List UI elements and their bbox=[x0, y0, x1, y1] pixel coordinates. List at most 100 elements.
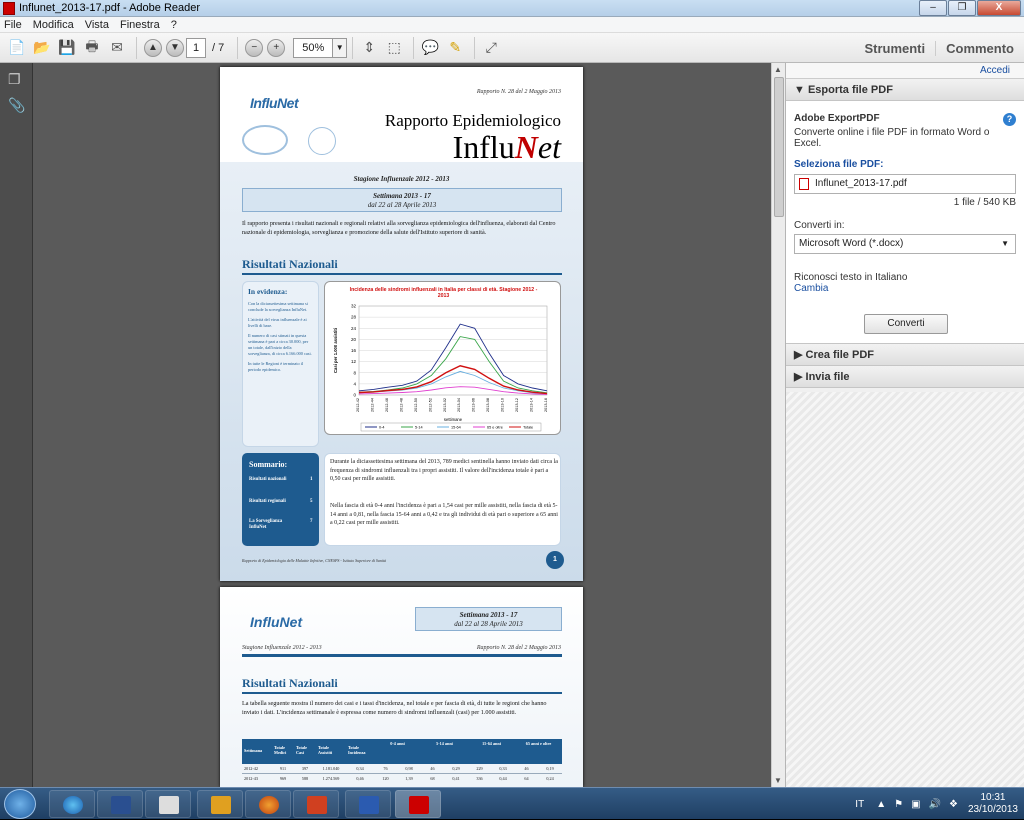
scroll-up-icon[interactable]: ▲ bbox=[774, 65, 782, 74]
read-mode-icon[interactable]: ⤢ bbox=[480, 37, 502, 59]
export-description: Converte online i file PDF in formato Wo… bbox=[794, 127, 990, 149]
pdf-page-1: InfluNet Rapporto N. 28 del 2 Maggio 201… bbox=[220, 67, 583, 581]
table-intro: La tabella seguente mostra il numero dei… bbox=[242, 700, 547, 716]
start-button-icon[interactable] bbox=[4, 789, 36, 819]
convert-format-select[interactable]: Microsoft Word (*.docx) ▼ bbox=[794, 234, 1016, 254]
pages-thumbnail-icon[interactable]: ❐ bbox=[8, 71, 24, 89]
flag-icon[interactable]: ⚑ bbox=[894, 799, 903, 810]
table-row: 2012-42 911 397 1.181.040 0,34 76 0,98 4… bbox=[242, 764, 562, 774]
export-pdf-header[interactable]: ▼ Esporta file PDF bbox=[786, 79, 1024, 101]
menu-bar: File Modifica Vista Finestra ? bbox=[0, 17, 1024, 33]
open-icon[interactable]: 📂 bbox=[31, 37, 53, 59]
evidenza-item: L'attività del virus influenzale è ai li… bbox=[248, 317, 307, 328]
save-disk-app-icon[interactable] bbox=[97, 790, 143, 818]
volume-icon[interactable]: 🔊 bbox=[929, 799, 941, 810]
powerpoint-app-icon[interactable] bbox=[293, 790, 339, 818]
results-table: Settimana Totale Medici Totale Casi Tota… bbox=[242, 739, 562, 787]
influnet-logo: InfluNet bbox=[250, 614, 303, 630]
sommario-item-page: 7 bbox=[310, 519, 313, 524]
legend-label: 15-64 bbox=[451, 426, 461, 430]
scroll-thumb[interactable] bbox=[774, 77, 784, 217]
zoom-in-icon[interactable]: + bbox=[267, 38, 286, 57]
menu-vista[interactable]: Vista bbox=[85, 19, 109, 31]
clock[interactable]: 10:31 23/10/2013 bbox=[968, 792, 1018, 816]
commento-button[interactable]: Commento bbox=[935, 40, 1024, 56]
email-icon[interactable]: ✉ bbox=[106, 37, 128, 59]
taskbar: IT ▲ ⚑ ▣ 🔊 ❖ 10:31 23/10/2013 bbox=[0, 787, 1024, 819]
x-axis-label: settimane bbox=[444, 417, 463, 422]
report-number: Rapporto N. 28 del 2 Maggio 2013 bbox=[476, 645, 561, 651]
calculator-app-icon[interactable] bbox=[145, 790, 191, 818]
create-pdf-header[interactable]: ▶ Crea file PDF bbox=[786, 344, 1024, 366]
comment-icon[interactable]: 💬 bbox=[419, 37, 441, 59]
adobe-reader-app-icon[interactable] bbox=[395, 790, 441, 818]
title-bar: Influnet_2013-17.pdf - Adobe Reader – ❐ … bbox=[0, 0, 1024, 17]
vertical-scrollbar[interactable]: ▲ ▼ bbox=[771, 63, 785, 787]
section-heading: Risultati Nazionali bbox=[242, 676, 562, 694]
evidenza-item: In tutte le Regioni è terminato il perio… bbox=[248, 361, 304, 372]
page-number-input[interactable]: 1 bbox=[186, 37, 206, 58]
outlook-app-icon[interactable] bbox=[197, 790, 243, 818]
menu-modifica[interactable]: Modifica bbox=[33, 19, 74, 31]
create-pdf-icon[interactable]: 📄 bbox=[6, 37, 28, 59]
close-button[interactable]: X bbox=[977, 0, 1021, 16]
network-icon[interactable]: ▣ bbox=[911, 799, 920, 810]
summary-text-card: Durante la diciassettesima settimana del… bbox=[324, 453, 561, 546]
internet-explorer-icon[interactable] bbox=[49, 790, 95, 818]
x-tick-label: 2012-50 bbox=[414, 398, 418, 412]
dropbox-icon[interactable]: ❖ bbox=[949, 799, 958, 810]
incidence-chart-card: Incidenza delle sindromi influenzali in … bbox=[324, 281, 561, 435]
document-view[interactable]: InfluNet Rapporto N. 28 del 2 Maggio 201… bbox=[33, 63, 771, 787]
menu-finestra[interactable]: Finestra bbox=[120, 19, 160, 31]
ocr-change-link[interactable]: Cambia bbox=[794, 283, 1016, 294]
x-tick-label: 2012-42 bbox=[356, 398, 360, 412]
word-app-icon[interactable] bbox=[345, 790, 391, 818]
sommario-card: Sommario: Risultati nazionali 1 Risultat… bbox=[242, 453, 319, 546]
zoom-dropdown-icon[interactable]: ▼ bbox=[333, 37, 348, 58]
minimize-button[interactable]: – bbox=[919, 0, 947, 16]
menu-help[interactable]: ? bbox=[171, 19, 177, 31]
x-tick-label: 2013-02 bbox=[443, 398, 447, 412]
y-tick-label: 28 bbox=[351, 315, 357, 320]
pdf-file-icon bbox=[799, 178, 809, 190]
prev-page-icon[interactable]: ▲ bbox=[144, 38, 162, 57]
pdf-page-2: InfluNet Settimana 2013 - 17 dal 22 al 2… bbox=[220, 587, 583, 787]
show-hidden-icons-icon[interactable]: ▲ bbox=[876, 799, 886, 810]
scroll-down-icon[interactable]: ▼ bbox=[774, 776, 782, 785]
strumenti-button[interactable]: Strumenti bbox=[854, 41, 935, 56]
attachments-icon[interactable]: 📎 bbox=[8, 97, 25, 115]
select-file-label: Seleziona file PDF: bbox=[794, 159, 884, 170]
language-indicator[interactable]: IT bbox=[855, 799, 864, 810]
table-row: 2012-43 969 588 1.274.569 0,46 120 1,39 … bbox=[244, 776, 554, 781]
menu-file[interactable]: File bbox=[4, 19, 22, 31]
help-icon[interactable]: ? bbox=[1003, 113, 1016, 126]
x-tick-label: 2013-08 bbox=[486, 398, 490, 412]
convert-button[interactable]: Converti bbox=[864, 314, 948, 334]
x-tick-label: 2013-14 bbox=[530, 398, 534, 412]
save-icon[interactable]: 💾 bbox=[56, 37, 78, 59]
zoom-input[interactable]: 50% bbox=[293, 37, 334, 58]
incidence-line-chart: 0 4 8 12 16 20 24 28 32 2012-42 2012-44 2012-46 2012… bbox=[333, 304, 548, 432]
sommario-item-label[interactable]: La Sorveglianza InfluNet bbox=[249, 519, 297, 531]
fit-width-icon[interactable]: ⬚ bbox=[383, 37, 405, 59]
sommario-item-label[interactable]: Risultati nazionali bbox=[249, 477, 286, 482]
selected-file-field[interactable]: Influnet_2013-17.pdf bbox=[794, 174, 1016, 194]
next-page-icon[interactable]: ▼ bbox=[166, 38, 184, 57]
season-label: Stagione Influenzale 2012 - 2013 bbox=[242, 645, 322, 651]
header-rule bbox=[242, 654, 562, 657]
y-tick-label: 24 bbox=[351, 326, 357, 331]
legend-label: 65 e oltre bbox=[487, 426, 503, 430]
send-file-header[interactable]: ▶ Invia file bbox=[786, 366, 1024, 388]
x-tick-label: 2013-04 bbox=[457, 398, 461, 412]
y-tick-label: 8 bbox=[353, 370, 356, 375]
highlight-icon[interactable]: ✎ bbox=[444, 37, 466, 59]
firefox-app-icon[interactable] bbox=[245, 790, 291, 818]
week-box: Settimana 2013 - 17 dal 22 al 28 Aprile … bbox=[415, 607, 562, 631]
sommario-item-label[interactable]: Risultati regionali bbox=[249, 499, 286, 504]
maximize-button[interactable]: ❐ bbox=[948, 0, 976, 16]
navigation-pane: ❐ 📎 bbox=[0, 63, 33, 787]
accedi-link[interactable]: Accedi bbox=[786, 63, 1024, 79]
print-icon[interactable]: 🖶 bbox=[81, 37, 103, 59]
zoom-out-icon[interactable]: − bbox=[245, 38, 264, 57]
fit-page-icon[interactable]: ⇕ bbox=[358, 37, 380, 59]
